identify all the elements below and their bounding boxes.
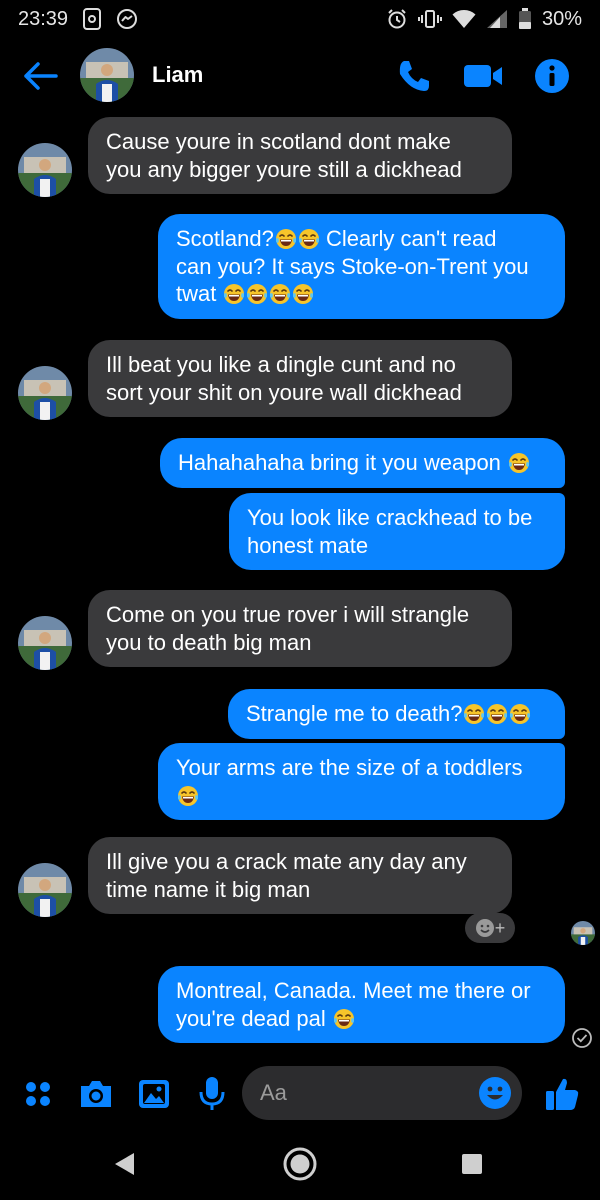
- message-line: You look like crackhead to be: [247, 505, 533, 530]
- signal-icon: [486, 9, 508, 29]
- video-camera-icon: [464, 65, 502, 87]
- home-circle-icon: [283, 1147, 317, 1181]
- tears-of-joy-emoji: [269, 283, 291, 305]
- messenger-notification-icon: [116, 8, 138, 30]
- add-reaction-button[interactable]: +: [465, 913, 515, 943]
- contact-avatar[interactable]: [80, 48, 134, 102]
- avatar-image: [18, 863, 72, 917]
- message-line: you any bigger youre still a dickhead: [106, 156, 462, 182]
- sender-avatar[interactable]: [18, 863, 72, 917]
- contact-name[interactable]: Liam: [152, 62, 203, 88]
- sender-avatar[interactable]: [18, 616, 72, 670]
- smiley-icon: [475, 919, 494, 937]
- tears-of-joy-emoji: [333, 1008, 355, 1030]
- tears-of-joy-emoji: [509, 703, 531, 725]
- message-line: you're dead pal: [176, 1005, 332, 1031]
- nav-back-button[interactable]: [104, 1144, 144, 1184]
- incoming-message[interactable]: Cause youre in scotland dont make you an…: [88, 117, 512, 194]
- message-line: can you? It says Stoke-on-Trent you: [176, 253, 529, 279]
- battery-icon: [518, 8, 532, 30]
- tears-of-joy-emoji: [298, 228, 320, 250]
- microphone-icon: [199, 1077, 225, 1110]
- avatar-image: [18, 366, 72, 420]
- avatar-image: [18, 616, 72, 670]
- message-line: time name it big man: [106, 876, 311, 902]
- more-actions-button[interactable]: [18, 1074, 58, 1114]
- tears-of-joy-emoji: [486, 703, 508, 725]
- screenshot-notification-icon: [82, 8, 102, 30]
- message-line: twat: [176, 281, 223, 306]
- outgoing-message[interactable]: Strangle me to death?: [228, 689, 565, 739]
- message-line: honest mate: [247, 532, 369, 558]
- sender-avatar[interactable]: [18, 143, 72, 197]
- status-time: 23:39: [18, 7, 69, 30]
- tears-of-joy-emoji: [246, 283, 268, 305]
- message-input[interactable]: [260, 1066, 470, 1120]
- message-line: Hahahahaha bring it you weapon: [178, 450, 508, 475]
- message-line: Clearly can't read: [319, 226, 497, 251]
- nav-home-button[interactable]: [280, 1144, 320, 1184]
- tears-of-joy-emoji: [177, 785, 199, 807]
- message-line: Montreal, Canada. Meet me there or: [176, 978, 531, 1003]
- thumbs-up-icon: [546, 1078, 579, 1110]
- info-button[interactable]: [534, 58, 570, 94]
- message-line: sort your shit on youre wall dickhead: [106, 379, 462, 405]
- message-line: Your arms are the size of a toddlers: [176, 755, 523, 780]
- tears-of-joy-emoji: [463, 703, 485, 725]
- avatar-image: [571, 921, 595, 945]
- vibrate-icon: [417, 8, 442, 30]
- alarm-icon: [386, 8, 408, 30]
- message-line: Ill give you a crack mate any day any: [106, 849, 467, 874]
- camera-icon: [81, 1081, 111, 1107]
- gallery-button[interactable]: [134, 1074, 174, 1114]
- camera-button[interactable]: [76, 1074, 116, 1114]
- sender-avatar[interactable]: [18, 366, 72, 420]
- info-icon: [535, 59, 569, 93]
- avatar-image: [80, 48, 134, 102]
- triangle-back-icon: [115, 1153, 134, 1175]
- wifi-icon: [452, 9, 476, 29]
- battery-percent: 30%: [541, 7, 582, 30]
- smiley-icon: [479, 1077, 511, 1109]
- outgoing-message[interactable]: Hahahahaha bring it you weapon: [160, 438, 565, 488]
- tears-of-joy-emoji: [223, 283, 245, 305]
- seen-by-avatar: [571, 921, 595, 945]
- square-recents-icon: [462, 1154, 482, 1174]
- video-call-button[interactable]: [462, 60, 504, 92]
- system-navigation-bar: [0, 1128, 600, 1200]
- conversation-header: Liam: [0, 40, 600, 114]
- outgoing-message[interactable]: Scotland? Clearly can't read can you? It…: [158, 214, 565, 319]
- avatar-image: [18, 143, 72, 197]
- message-line: Ill beat you like a dingle cunt and no: [106, 352, 456, 377]
- delivered-check-icon: [571, 1027, 593, 1049]
- message-line: Cause youre in scotland dont make: [106, 129, 451, 154]
- message-line: Come on you true rover i will strangle: [106, 602, 470, 627]
- voice-message-button[interactable]: [192, 1074, 232, 1114]
- tears-of-joy-emoji: [275, 228, 297, 250]
- incoming-message[interactable]: Ill give you a crack mate any day any ti…: [88, 837, 512, 914]
- tears-of-joy-emoji: [292, 283, 314, 305]
- tears-of-joy-emoji: [508, 452, 530, 474]
- message-line: Strangle me to death?: [246, 701, 463, 726]
- back-button[interactable]: [20, 58, 60, 94]
- phone-icon: [399, 61, 429, 91]
- voice-call-button[interactable]: [396, 58, 432, 94]
- add-reaction-label: +: [494, 917, 506, 938]
- message-line: Scotland?: [176, 226, 274, 251]
- message-line: you to death big man: [106, 629, 312, 655]
- incoming-message[interactable]: Come on you true rover i will strangle y…: [88, 590, 512, 667]
- message-composer: [0, 1062, 600, 1126]
- image-icon: [139, 1080, 169, 1108]
- arrow-left-icon: [24, 62, 58, 90]
- outgoing-message[interactable]: You look like crackhead to be honest mat…: [229, 493, 565, 570]
- status-bar: 23:39 30%: [0, 0, 600, 38]
- emoji-button[interactable]: [478, 1076, 512, 1110]
- nav-recents-button[interactable]: [452, 1144, 492, 1184]
- incoming-message[interactable]: Ill beat you like a dingle cunt and no s…: [88, 340, 512, 417]
- message-input-wrapper: [242, 1066, 522, 1120]
- like-button[interactable]: [542, 1074, 582, 1114]
- outgoing-message[interactable]: Your arms are the size of a toddlers: [158, 743, 565, 820]
- four-dots-icon: [26, 1082, 50, 1106]
- outgoing-message[interactable]: Montreal, Canada. Meet me there or you'r…: [158, 966, 565, 1043]
